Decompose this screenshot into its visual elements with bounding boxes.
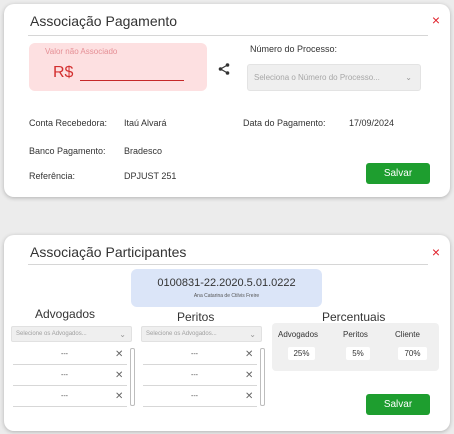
participants-association-card: Associação Participantes × 0100831-22.20… xyxy=(4,235,450,431)
perc-header-advogados: Advogados xyxy=(278,330,319,339)
conta-value: Itaú Alvará xyxy=(124,118,167,128)
perito-name: --- xyxy=(191,393,198,400)
banco-value: Bradesco xyxy=(124,146,163,156)
peritos-select[interactable]: Selecione os Advogados... ⌄ xyxy=(141,326,262,342)
process-party-name: Ana Catarina de Ctilvis Freire xyxy=(193,293,260,299)
data-pagamento-value: 17/09/2024 xyxy=(349,118,395,128)
participants-card-title: Associação Participantes xyxy=(30,244,187,260)
currency-symbol: R$ xyxy=(53,64,74,81)
advogados-scrollbar[interactable] xyxy=(130,348,135,406)
payment-association-card: Associação Pagamento × Valor não Associa… xyxy=(4,4,450,197)
payment-card-title: Associação Pagamento xyxy=(30,13,178,29)
perc-value-cliente[interactable]: 70% xyxy=(398,347,427,360)
value-placeholder: Valor não Associado xyxy=(45,47,118,56)
perito-name: --- xyxy=(191,372,198,379)
process-info-box: 0100831-22.2020.5.01.0222 Ana Catarina d… xyxy=(131,269,322,307)
remove-icon[interactable]: ✕ xyxy=(115,391,123,402)
chevron-down-icon: ⌄ xyxy=(119,329,126,339)
list-item: --- ✕ xyxy=(13,366,127,386)
remove-icon[interactable]: ✕ xyxy=(115,349,123,360)
percentuais-title: Percentuais xyxy=(322,310,386,324)
process-number: 0100831-22.2020.5.01.0222 xyxy=(157,277,296,289)
referencia-label: Referência: xyxy=(29,171,76,181)
advogado-name: --- xyxy=(61,372,68,379)
advogados-select-placeholder: Selecione os Advogados... xyxy=(16,331,87,337)
advogados-select[interactable]: Selecione os Advogados... ⌄ xyxy=(11,326,132,342)
peritos-scrollbar[interactable] xyxy=(260,348,265,406)
perc-header-cliente: Cliente xyxy=(395,330,420,339)
share-icon[interactable] xyxy=(217,62,231,76)
remove-icon[interactable]: ✕ xyxy=(245,370,253,381)
remove-icon[interactable]: ✕ xyxy=(115,370,123,381)
value-field[interactable]: Valor não Associado R$ xyxy=(29,43,207,91)
process-number-select[interactable]: Seleciona o Número do Processo... ⌄ xyxy=(247,64,421,91)
title-divider xyxy=(28,264,428,265)
perito-name: --- xyxy=(191,351,198,358)
close-icon[interactable]: × xyxy=(432,12,440,28)
list-item: --- ✕ xyxy=(143,366,257,386)
list-item: --- ✕ xyxy=(143,345,257,365)
list-item: --- ✕ xyxy=(143,387,257,407)
save-payment-button[interactable]: Salvar xyxy=(366,163,430,184)
close-icon[interactable]: × xyxy=(432,244,440,260)
perc-header-peritos: Peritos xyxy=(343,330,368,339)
data-pagamento-label: Data do Pagamento: xyxy=(243,118,326,128)
advogados-list: --- ✕ --- ✕ --- ✕ xyxy=(13,345,135,407)
process-number-label: Número do Processo: xyxy=(250,44,338,54)
advogados-title: Advogados xyxy=(35,307,96,321)
list-item: --- ✕ xyxy=(13,387,127,407)
save-participants-button[interactable]: Salvar xyxy=(366,394,430,415)
conta-label: Conta Recebedora: xyxy=(29,118,108,128)
chevron-down-icon: ⌄ xyxy=(405,73,412,82)
peritos-title: Peritos xyxy=(177,310,215,324)
remove-icon[interactable]: ✕ xyxy=(245,349,253,360)
referencia-value: DPJUST 251 xyxy=(124,171,177,181)
peritos-select-placeholder: Selecione os Advogados... xyxy=(146,331,217,337)
chevron-down-icon: ⌄ xyxy=(249,329,256,339)
banco-label: Banco Pagamento: xyxy=(29,146,106,156)
remove-icon[interactable]: ✕ xyxy=(245,391,253,402)
title-divider xyxy=(28,35,428,36)
perc-value-advogados[interactable]: 25% xyxy=(288,347,315,360)
percentuais-box: Advogados Peritos Cliente 25% 5% 70% xyxy=(272,323,439,371)
process-select-placeholder: Seleciona o Número do Processo... xyxy=(254,73,380,82)
value-underline xyxy=(80,80,184,81)
list-item: --- ✕ xyxy=(13,345,127,365)
advogado-name: --- xyxy=(61,351,68,358)
advogado-name: --- xyxy=(61,393,68,400)
peritos-list: --- ✕ --- ✕ --- ✕ xyxy=(143,345,265,407)
perc-value-peritos[interactable]: 5% xyxy=(346,347,370,360)
